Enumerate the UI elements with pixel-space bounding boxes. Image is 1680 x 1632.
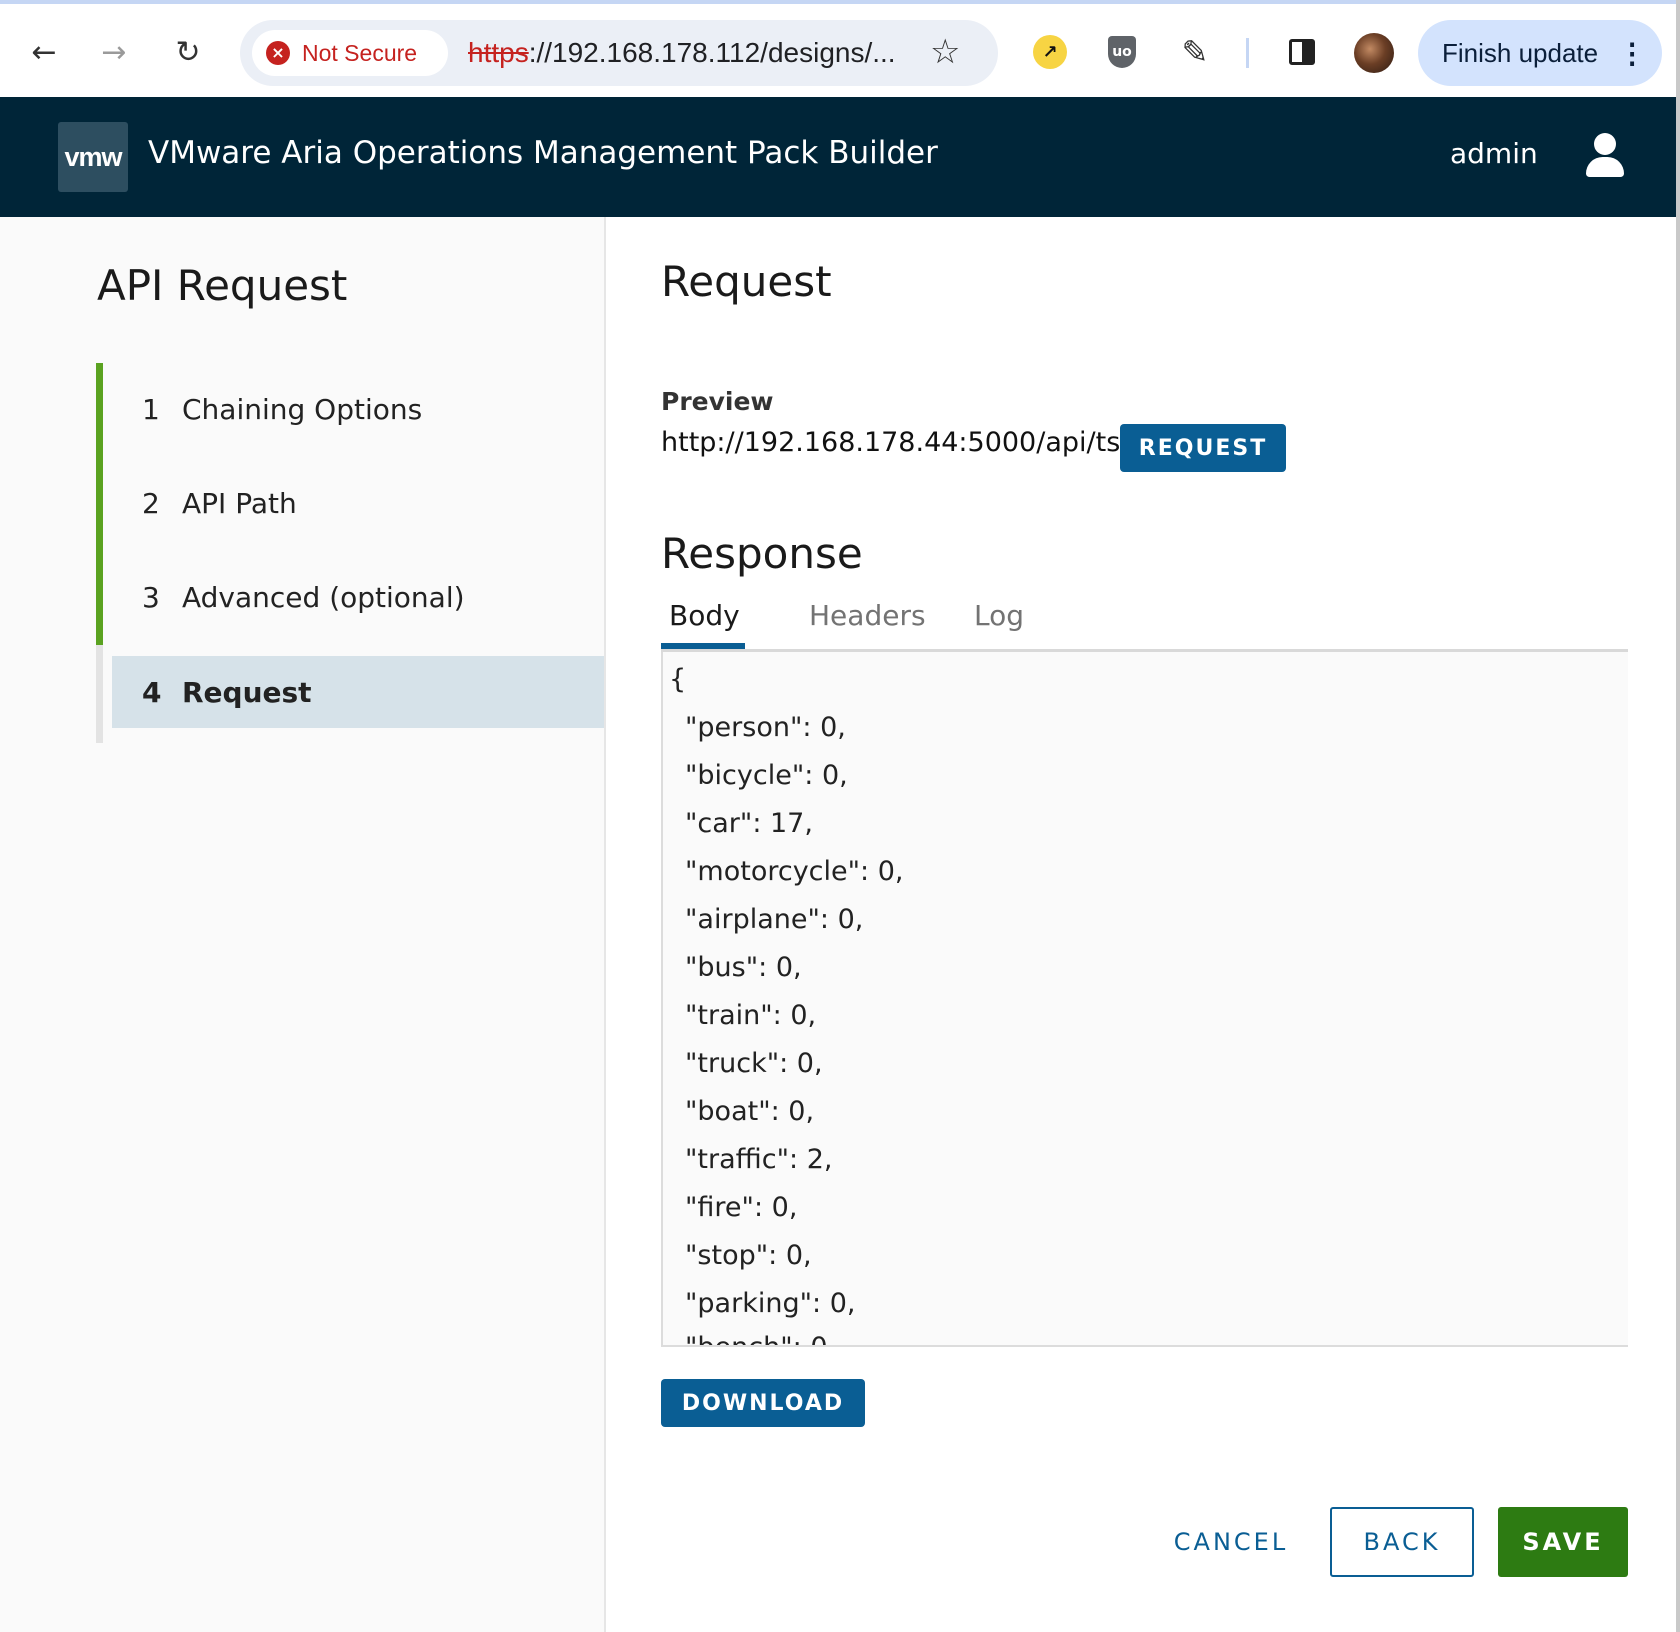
- json-line: "car": 17,: [685, 808, 813, 839]
- preview-label: Preview: [661, 387, 774, 416]
- user-icon[interactable]: [1584, 133, 1624, 177]
- cancel-button[interactable]: CANCEL: [1160, 1507, 1302, 1577]
- url-rest: ://192.168.178.112/designs/...: [528, 37, 896, 68]
- json-line: "bench": 0,: [685, 1332, 836, 1345]
- json-line: "airplane": 0,: [685, 904, 864, 935]
- address-bar[interactable]: × Not Secure https://192.168.178.112/des…: [240, 20, 998, 86]
- wizard-step-api-path[interactable]: 2 API Path: [112, 467, 604, 539]
- wizard-sidebar: API Request 1 Chaining Options 2 API Pat…: [0, 217, 606, 1632]
- wizard-step-chaining-options[interactable]: 1 Chaining Options: [112, 373, 604, 445]
- back-arrow-icon[interactable]: ←: [22, 30, 66, 74]
- json-line: "person": 0,: [685, 712, 846, 743]
- tab-headers[interactable]: Headers: [809, 599, 926, 632]
- finish-update-label: Finish update: [1442, 37, 1599, 68]
- app-header: vmw VMware Aria Operations Management Pa…: [0, 97, 1676, 217]
- url-text[interactable]: https://192.168.178.112/designs/...: [468, 37, 896, 69]
- response-body[interactable]: { "person": 0, "bicycle": 0, "car": 17, …: [661, 652, 1628, 1347]
- json-line: "train": 0,: [685, 1000, 817, 1031]
- extension-arrow-icon[interactable]: ↗: [1030, 32, 1070, 72]
- wizard-step-label: Advanced (optional): [182, 580, 465, 614]
- side-panel-icon[interactable]: [1282, 32, 1322, 72]
- finish-update-button[interactable]: Finish update ⋮: [1418, 20, 1662, 86]
- security-label: Not Secure: [302, 39, 418, 66]
- steps-progress-done: [96, 363, 103, 645]
- user-name[interactable]: admin: [1450, 137, 1538, 170]
- json-line: "bus": 0,: [685, 952, 802, 983]
- json-line: "fire": 0,: [685, 1192, 798, 1223]
- request-button[interactable]: REQUEST: [1120, 424, 1286, 472]
- reload-icon[interactable]: ↻: [166, 30, 210, 74]
- wizard-step-label: Chaining Options: [182, 392, 423, 426]
- download-button[interactable]: DOWNLOAD: [661, 1379, 865, 1427]
- app-title: VMware Aria Operations Management Pack B…: [148, 135, 938, 171]
- browser-toolbar: ← → ↻ × Not Secure https://192.168.178.1…: [0, 0, 1680, 97]
- request-heading: Request: [661, 257, 832, 306]
- vmw-logo: vmw: [58, 122, 128, 192]
- extensions-puzzle-icon[interactable]: ✎: [1175, 32, 1215, 72]
- json-line: "boat": 0,: [685, 1096, 815, 1127]
- json-line: "traffic": 2,: [685, 1144, 833, 1175]
- main-content: Request Preview http://192.168.178.44:50…: [606, 217, 1628, 1632]
- url-scheme: https: [468, 37, 529, 68]
- active-tab-indicator: [661, 643, 745, 649]
- wizard-step-label: API Path: [182, 486, 297, 520]
- wizard-title: API Request: [97, 261, 348, 310]
- save-button[interactable]: SAVE: [1498, 1507, 1628, 1577]
- security-chip[interactable]: × Not Secure: [252, 30, 448, 76]
- forward-arrow-icon[interactable]: →: [92, 30, 136, 74]
- toolbar-divider: [1246, 38, 1249, 68]
- json-line: {: [669, 664, 687, 695]
- window-edge: [1676, 0, 1680, 1632]
- json-line: "truck": 0,: [685, 1048, 823, 1079]
- json-line: "parking": 0,: [685, 1288, 856, 1319]
- response-tabs: Body Headers Log: [661, 599, 1628, 652]
- tab-body[interactable]: Body: [669, 599, 740, 632]
- page-scroll-gutter: [1628, 217, 1676, 1632]
- wizard-step-request[interactable]: 4 Request: [112, 656, 604, 728]
- preview-url: http://192.168.178.44:5000/api/tsf: [661, 427, 1130, 458]
- json-line: "stop": 0,: [685, 1240, 812, 1271]
- json-line: "motorcycle": 0,: [685, 856, 904, 887]
- steps-progress-rail: [96, 363, 103, 743]
- json-line: "bicycle": 0,: [685, 760, 848, 791]
- wizard-step-advanced[interactable]: 3 Advanced (optional): [112, 561, 604, 633]
- response-heading: Response: [661, 529, 863, 578]
- back-button[interactable]: BACK: [1330, 1507, 1474, 1577]
- wizard-step-label: Request: [182, 675, 312, 709]
- tab-log[interactable]: Log: [974, 599, 1024, 632]
- bookmark-star-icon[interactable]: ☆: [930, 32, 960, 72]
- not-secure-icon: ×: [266, 41, 290, 65]
- more-menu-icon[interactable]: ⋮: [1618, 37, 1646, 70]
- extension-shield-icon[interactable]: uo: [1102, 32, 1142, 72]
- profile-avatar[interactable]: [1354, 33, 1394, 73]
